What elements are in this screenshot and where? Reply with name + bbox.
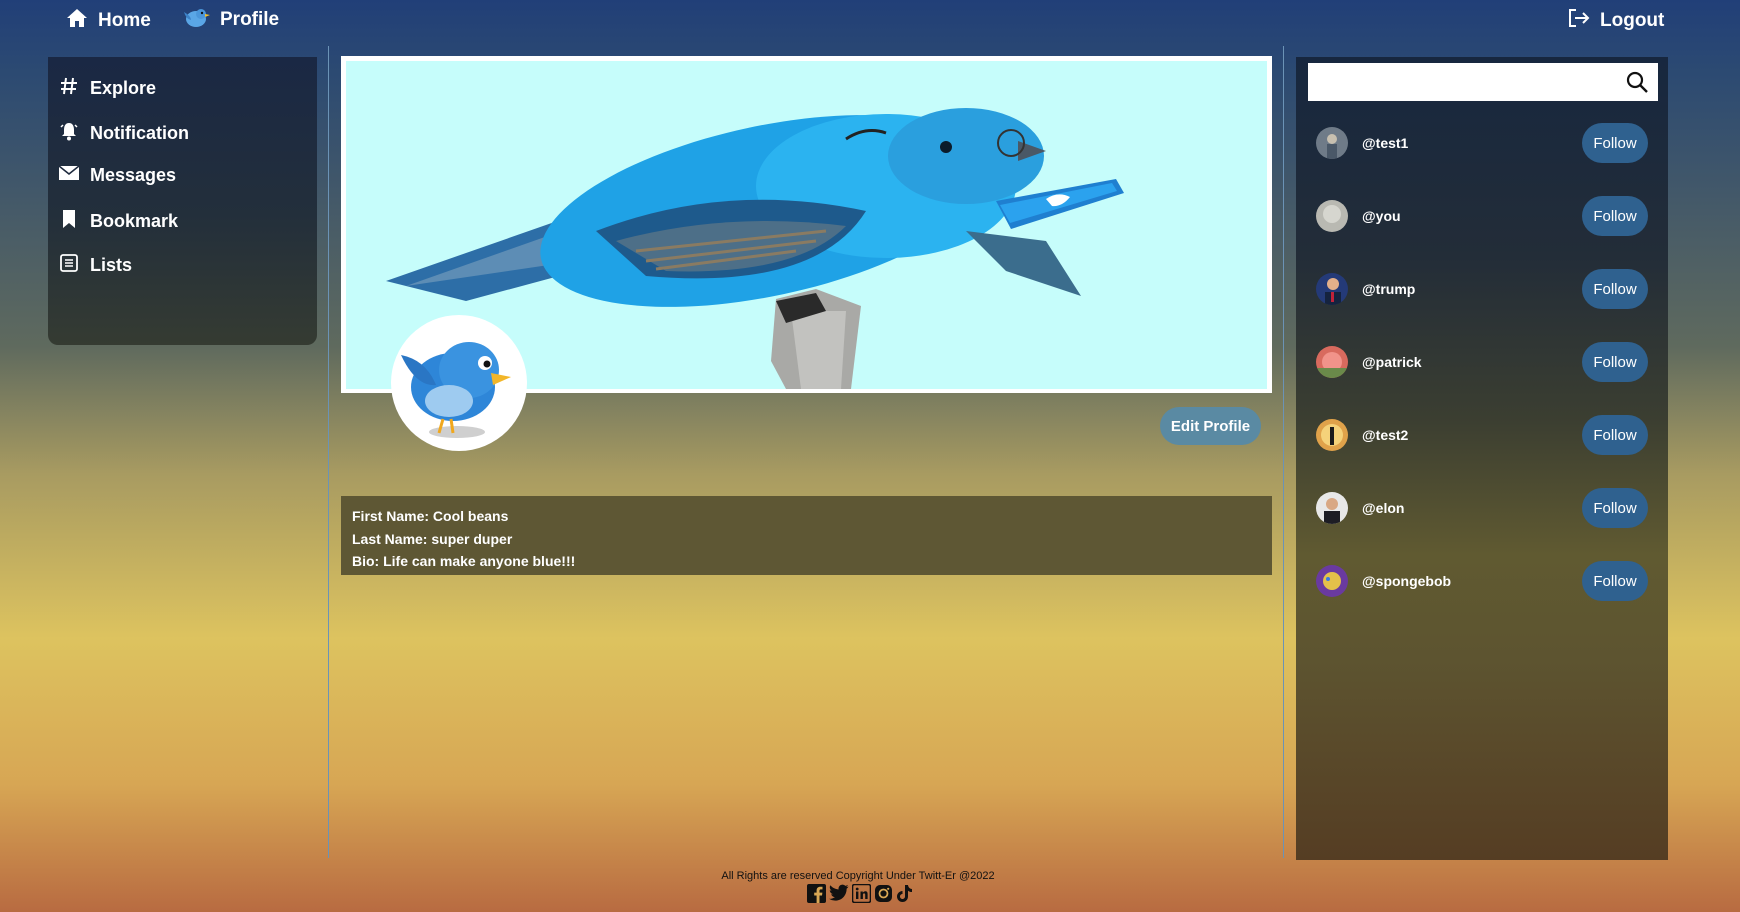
envelope-icon [58,165,80,186]
sidebar-item-label: Notification [90,123,189,143]
right-divider [1283,46,1284,858]
linkedin-icon[interactable] [851,883,872,908]
follow-button[interactable]: Follow [1582,342,1648,382]
instagram-icon[interactable] [874,884,893,908]
suggestion-row: @elon Follow [1316,488,1648,528]
tiktok-icon[interactable] [896,884,913,908]
nav-profile-label: Profile [220,9,280,30]
avatar[interactable] [1316,273,1348,305]
follow-button[interactable]: Follow [1582,415,1648,455]
logout-icon [1568,8,1590,34]
avatar[interactable] [1316,127,1348,159]
suggestion-row: @trump Follow [1316,269,1648,309]
sidebar-item-notification[interactable]: Notification [58,121,189,146]
sidebar-item-messages[interactable]: Messages [58,165,176,186]
left-sidebar: Explore Notification Messages Bookmark L… [48,57,317,345]
suggestion-row: @you Follow [1316,196,1648,236]
username[interactable]: @spongebob [1362,573,1582,589]
nav-home-link[interactable]: Home [66,8,151,34]
last-name: Last Name: super duper [352,530,513,547]
bird-avatar-icon [401,342,511,438]
edit-profile-button[interactable]: Edit Profile [1160,407,1261,445]
avatar[interactable] [1316,200,1348,232]
sidebar-item-label: Bookmark [90,211,179,231]
bio: Bio: Life can make anyone blue!!! [352,553,576,569]
sidebar-item-label: Explore [90,78,157,98]
sidebar-item-bookmark[interactable]: Bookmark [58,209,178,234]
twitter-icon[interactable] [829,884,849,908]
follow-button[interactable]: Follow [1582,488,1648,528]
right-panel: @test1 Follow @you Follow @trump Follow … [1296,57,1668,860]
logout-label: Logout [1600,10,1665,31]
left-divider [328,46,329,858]
username[interactable]: @test2 [1362,427,1582,443]
username[interactable]: @elon [1362,500,1582,516]
follow-button[interactable]: Follow [1582,561,1648,601]
social-links [807,883,913,908]
avatar[interactable] [1316,492,1348,524]
first-name: First Name: Cool beans [352,508,509,524]
avatar[interactable] [1316,565,1348,597]
list-icon [58,254,80,277]
hashtag-icon [58,77,80,100]
bell-icon [58,121,80,146]
bookmark-icon [58,209,80,234]
search-icon[interactable] [1626,71,1648,98]
sidebar-item-label: Messages [90,165,177,185]
suggestion-row: @test2 Follow [1316,415,1648,455]
avatar[interactable] [1316,419,1348,451]
follow-button[interactable]: Follow [1582,123,1648,163]
username[interactable]: @test1 [1362,135,1582,151]
nav-home-label: Home [98,10,151,31]
suggestion-row: @test1 Follow [1316,123,1648,163]
profile-info: First Name: Cool beans Last Name: super … [341,496,1272,575]
username[interactable]: @patrick [1362,354,1582,370]
search-input[interactable] [1314,63,1618,101]
sidebar-item-explore[interactable]: Explore [58,77,156,100]
profile-avatar[interactable] [391,315,527,451]
home-icon [66,8,88,34]
avatar[interactable] [1316,346,1348,378]
suggestion-row: @spongebob Follow [1316,561,1648,601]
suggestion-row: @patrick Follow [1316,342,1648,382]
username[interactable]: @trump [1362,281,1582,297]
username[interactable]: @you [1362,208,1582,224]
bird-icon [182,4,210,36]
search-bar [1308,63,1658,101]
logout-link[interactable]: Logout [1568,8,1664,34]
sidebar-item-lists[interactable]: Lists [58,254,132,277]
follow-button[interactable]: Follow [1582,196,1648,236]
sidebar-item-label: Lists [90,255,133,275]
nav-profile-link[interactable]: Profile [182,4,279,36]
footer-copyright: All Rights are reserved Copyright Under … [721,870,995,882]
facebook-icon[interactable] [807,884,826,908]
follow-button[interactable]: Follow [1582,269,1648,309]
